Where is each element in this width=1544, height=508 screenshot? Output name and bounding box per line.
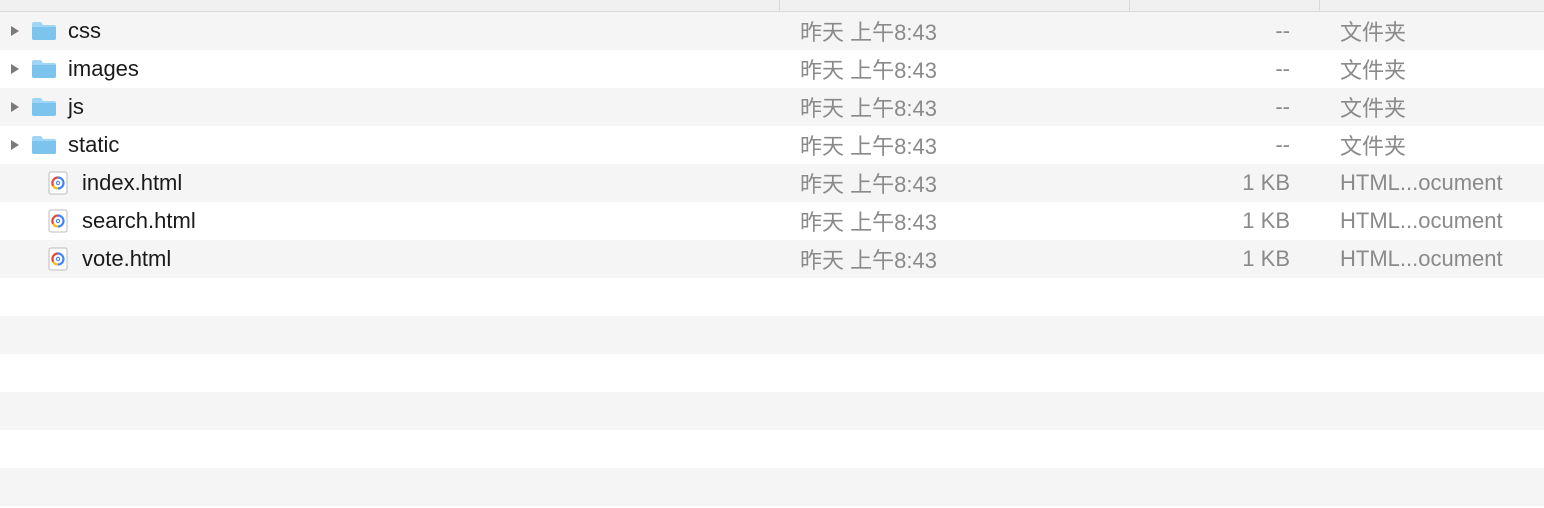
date-modified: 昨天 上午8:43: [780, 164, 1130, 202]
file-row[interactable]: index.html 昨天 上午8:43 1 KB HTML...ocument: [0, 164, 1544, 202]
file-size: 1 KB: [1130, 240, 1320, 278]
empty-row: [0, 316, 1544, 354]
file-name: static: [68, 132, 119, 158]
html-file-icon: [44, 169, 72, 197]
file-size: --: [1130, 50, 1320, 88]
date-modified: 昨天 上午8:43: [780, 202, 1130, 240]
empty-row: [0, 430, 1544, 468]
html-file-icon: [44, 207, 72, 235]
date-modified: 昨天 上午8:43: [780, 126, 1130, 164]
file-kind: 文件夹: [1320, 88, 1544, 126]
file-row[interactable]: images 昨天 上午8:43 -- 文件夹: [0, 50, 1544, 88]
file-kind: 文件夹: [1320, 126, 1544, 164]
file-name: css: [68, 18, 101, 44]
file-kind: HTML...ocument: [1320, 164, 1544, 202]
disclosure-triangle-icon[interactable]: [6, 63, 24, 75]
disclosure-triangle-icon[interactable]: [6, 25, 24, 37]
date-modified: 昨天 上午8:43: [780, 12, 1130, 50]
empty-row: [0, 278, 1544, 316]
empty-row: [0, 354, 1544, 392]
empty-row: [0, 392, 1544, 430]
empty-row: [0, 468, 1544, 506]
date-modified: 昨天 上午8:43: [780, 50, 1130, 88]
folder-icon: [30, 131, 58, 159]
file-name: images: [68, 56, 139, 82]
file-kind: HTML...ocument: [1320, 202, 1544, 240]
html-file-icon: [44, 245, 72, 273]
file-row[interactable]: js 昨天 上午8:43 -- 文件夹: [0, 88, 1544, 126]
file-name: search.html: [82, 208, 196, 234]
disclosure-triangle-icon[interactable]: [6, 139, 24, 151]
disclosure-triangle-icon[interactable]: [6, 101, 24, 113]
file-kind: 文件夹: [1320, 12, 1544, 50]
file-kind: HTML...ocument: [1320, 240, 1544, 278]
file-kind: 文件夹: [1320, 50, 1544, 88]
file-row[interactable]: vote.html 昨天 上午8:43 1 KB HTML...ocument: [0, 240, 1544, 278]
date-modified: 昨天 上午8:43: [780, 240, 1130, 278]
date-modified: 昨天 上午8:43: [780, 88, 1130, 126]
file-name: js: [68, 94, 84, 120]
file-size: 1 KB: [1130, 202, 1320, 240]
file-size: --: [1130, 12, 1320, 50]
file-row[interactable]: css 昨天 上午8:43 -- 文件夹: [0, 12, 1544, 50]
file-size: --: [1130, 126, 1320, 164]
file-size: 1 KB: [1130, 164, 1320, 202]
column-header-bar[interactable]: [0, 0, 1544, 12]
file-size: --: [1130, 88, 1320, 126]
folder-icon: [30, 93, 58, 121]
file-name: vote.html: [82, 246, 171, 272]
folder-icon: [30, 55, 58, 83]
folder-icon: [30, 17, 58, 45]
file-name: index.html: [82, 170, 182, 196]
file-row[interactable]: static 昨天 上午8:43 -- 文件夹: [0, 126, 1544, 164]
file-row[interactable]: search.html 昨天 上午8:43 1 KB HTML...ocumen…: [0, 202, 1544, 240]
